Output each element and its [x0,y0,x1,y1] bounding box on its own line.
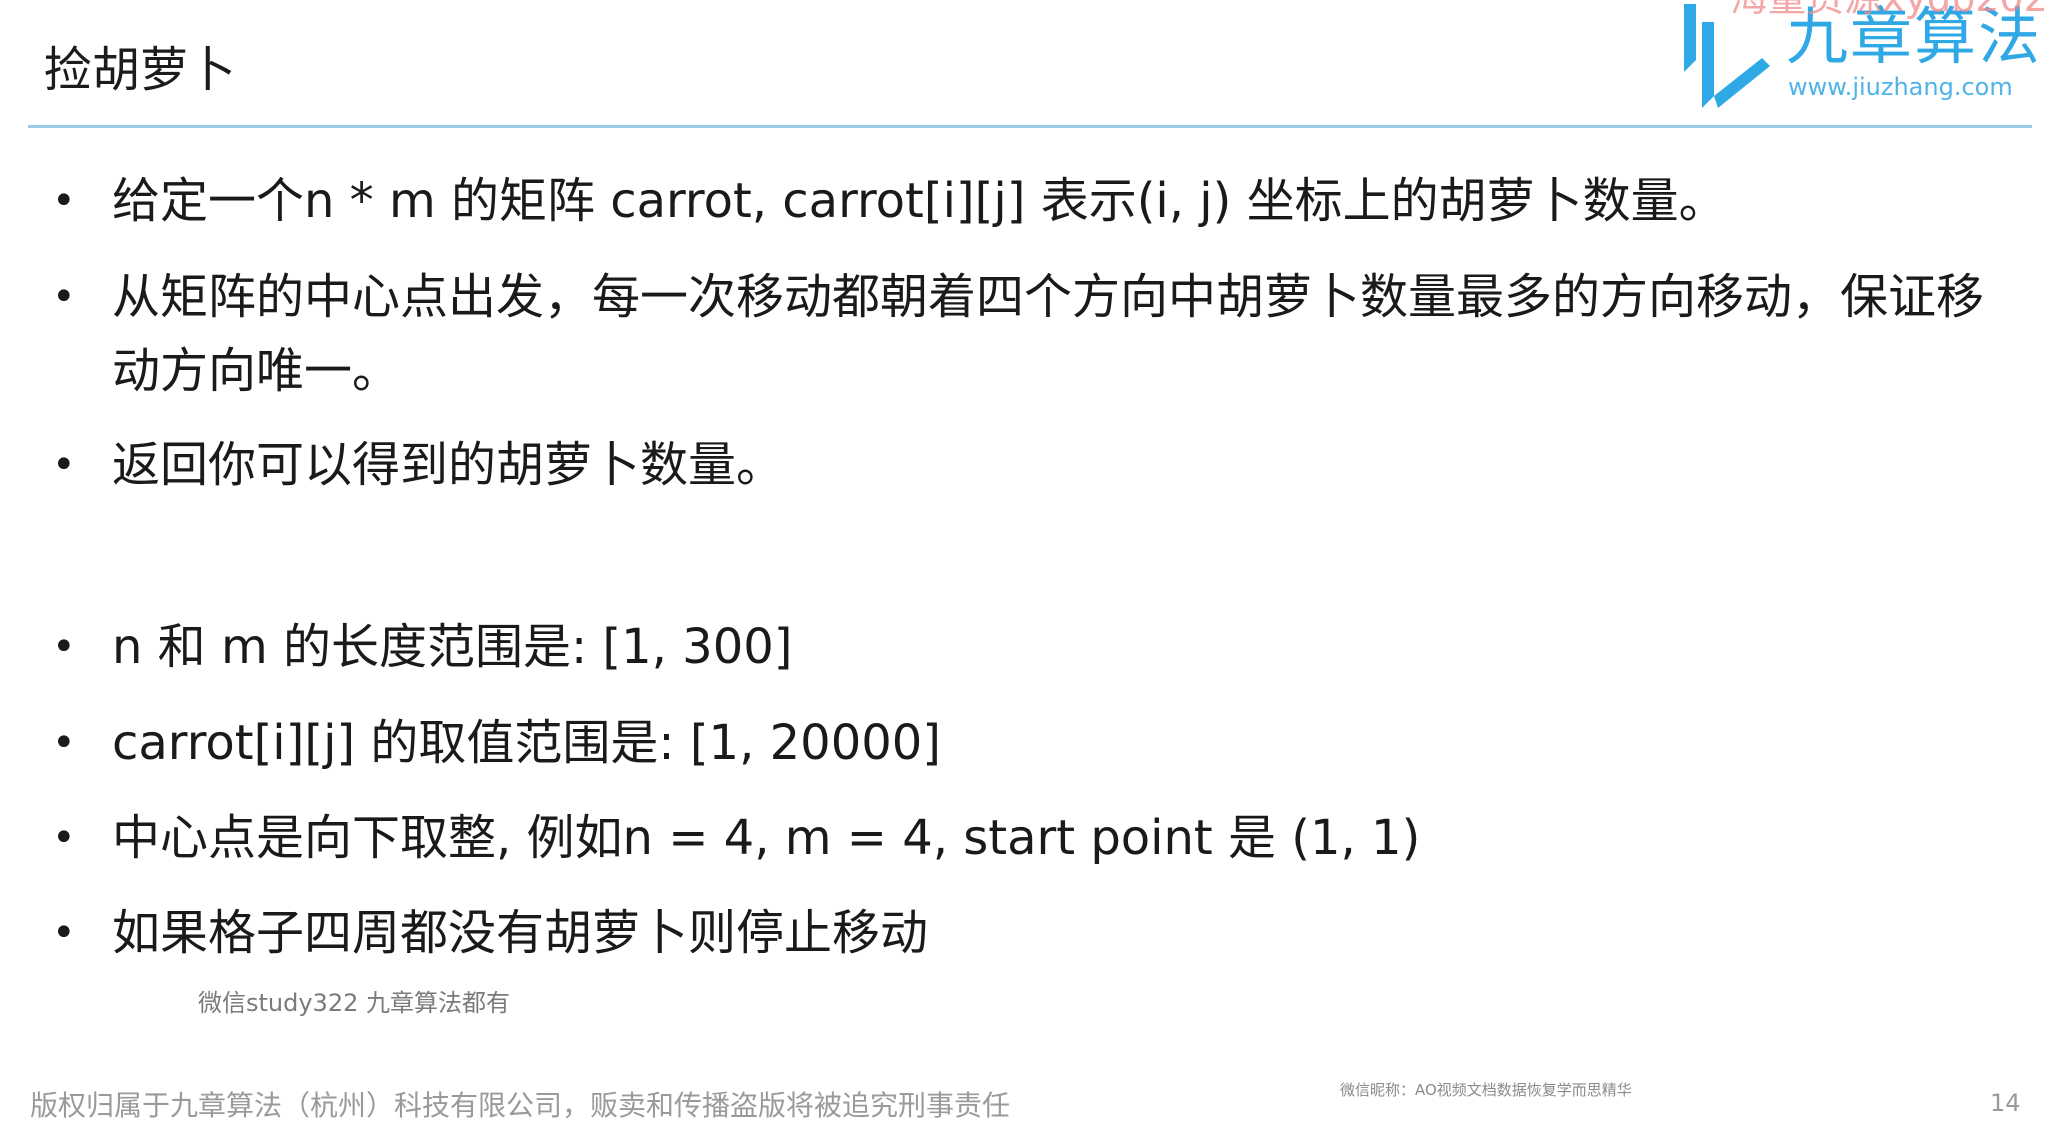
bullet-item: • carrot[i][j] 的取值范围是: [1, 20000] [52,706,2007,780]
bullet-item: • 如果格子四周都没有胡萝卜则停止移动 [52,896,2007,970]
bullet-text: 给定一个n * m 的矩阵 carrot, carrot[i][j] 表示(i,… [112,173,1727,229]
bullet-dot-icon: • [52,624,76,670]
bullet-item: • n 和 m 的长度范围是: [1, 300] [52,610,2007,684]
bullet-dot-icon: • [52,178,76,224]
footer-copyright: 版权归属于九章算法（杭州）科技有限公司，贩卖和传播盗版将被追究刑事责任 [30,1089,1011,1122]
bullet-text: 如果格子四周都没有胡萝卜则停止移动 [112,905,929,961]
bullet-list: • 给定一个n * m 的矩阵 carrot, carrot[i][j] 表示(… [0,0,2047,1106]
bullet-item: • 中心点是向下取整, 例如n = 4, m = 4, start point … [52,801,2007,875]
bullet-dot-icon: • [52,720,76,766]
bullet-dot-icon: • [52,815,76,861]
page-number: 14 [1990,1089,2021,1117]
bullet-dot-icon: • [52,442,76,488]
footer-nickname: 微信昵称：AO视频文档数据恢复学而思精华 [1340,1081,1632,1099]
bullet-text: 中心点是向下取整, 例如n = 4, m = 4, start point 是 … [112,810,1421,866]
bullet-dot-icon: • [52,274,76,320]
bullet-text: 从矩阵的中心点出发，每一次移动都朝着四个方向中胡萝卜数量最多的方向移动，保证移动… [112,269,1985,399]
bullet-dot-icon: • [52,910,76,956]
wechat-note: 微信study322 九章算法都有 [198,989,510,1017]
bullet-text: 返回你可以得到的胡萝卜数量。 [112,437,785,493]
bullet-text: carrot[i][j] 的取值范围是: [1, 20000] [112,715,942,771]
bullet-item: • 返回你可以得到的胡萝卜数量。 [52,428,2007,502]
bullet-item: • 给定一个n * m 的矩阵 carrot, carrot[i][j] 表示(… [52,164,2007,238]
bullet-item: • 从矩阵的中心点出发，每一次移动都朝着四个方向中胡萝卜数量最多的方向移动，保证… [52,260,2007,408]
bullet-text: n 和 m 的长度范围是: [1, 300] [112,619,793,675]
